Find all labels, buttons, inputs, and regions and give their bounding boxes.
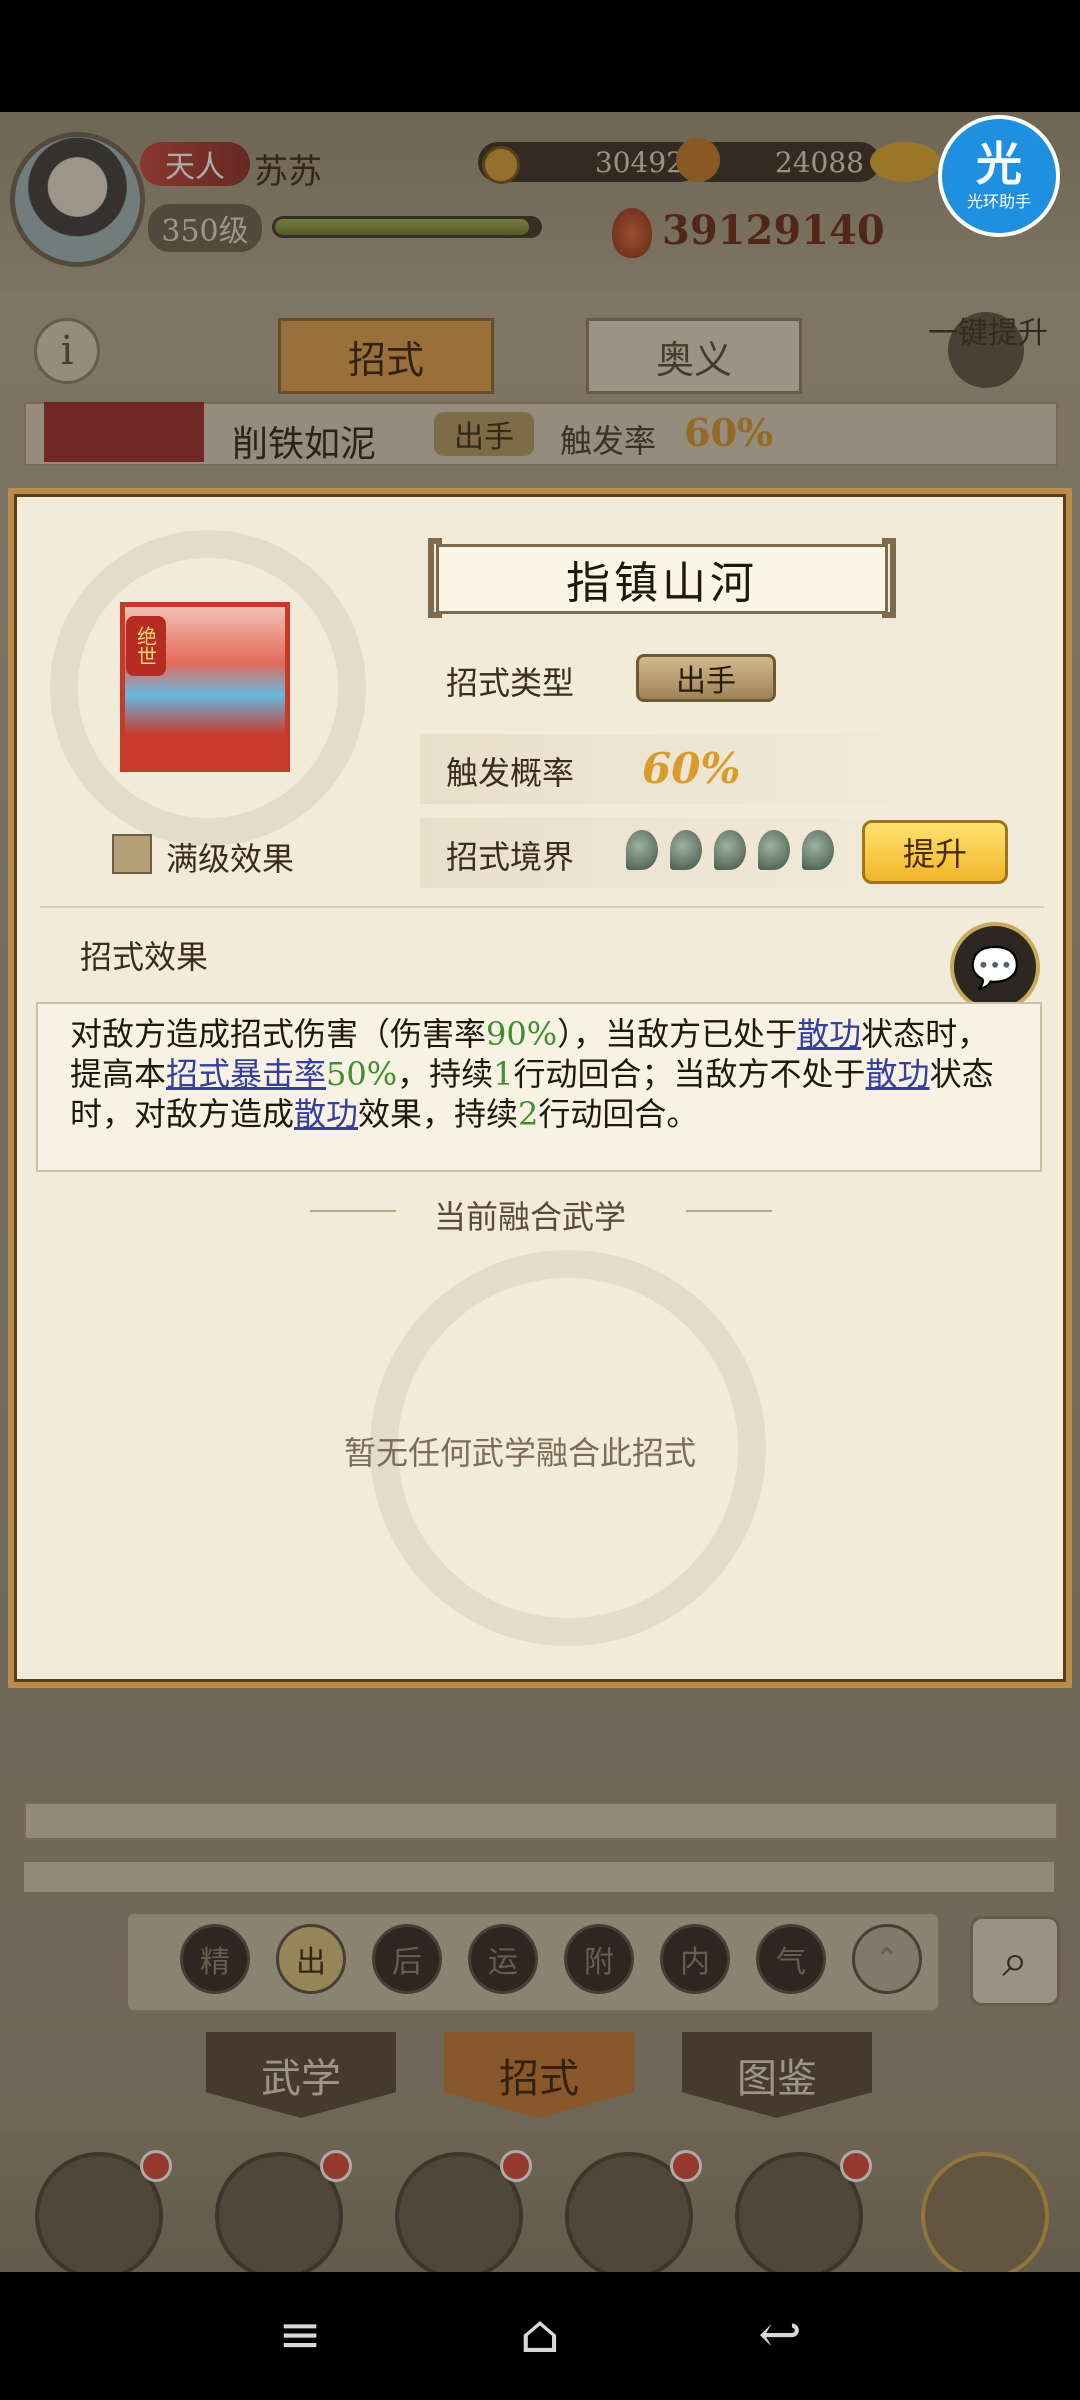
status-bar (0, 0, 1080, 112)
helper-label: 光环助手 (966, 192, 1031, 211)
type-label: 招式类型 (446, 664, 575, 702)
back-icon[interactable]: ↩ (740, 2300, 820, 2370)
keyword-link[interactable]: 散功 (866, 1055, 930, 1093)
keyword-link[interactable]: 散功 (294, 1095, 358, 1133)
max-effect-checkbox[interactable] (112, 834, 152, 874)
keyword-link[interactable]: 招式暴击率 (166, 1055, 326, 1093)
home-icon[interactable]: ⌂ (500, 2300, 580, 2370)
realm-orb-icon (758, 830, 790, 870)
realm-orb-icon (670, 830, 702, 870)
divider (40, 906, 1044, 908)
keyword-link[interactable]: 散功 (797, 1015, 861, 1053)
rate-label: 触发概率 (446, 754, 575, 792)
realm-orb-icon (802, 830, 834, 870)
chat-icon[interactable]: 💬 (950, 922, 1040, 1012)
rate-value: 60% (642, 744, 741, 793)
helper-button[interactable]: 光 光环助手 (938, 115, 1060, 237)
divider (686, 1210, 772, 1212)
realm-orb-icon (714, 830, 746, 870)
rarity-badge: 绝世 (126, 616, 166, 676)
effect-description: 对敌方造成招式伤害（伤害率90%），当敌方已处于散功状态时，提高本招式暴击率50… (36, 1002, 1042, 1172)
empty-fusion-text: 暂无任何武学融合此招式 (344, 1434, 697, 1472)
max-effect-label[interactable]: 满级效果 (166, 834, 294, 880)
type-value: 出手 (636, 654, 776, 702)
move-title: 指镇山河 (436, 544, 888, 614)
helper-logo: 光 (976, 137, 1022, 191)
fusion-label: 当前融合武学 (434, 1198, 627, 1236)
menu-icon[interactable]: ≡ (260, 2300, 340, 2370)
realm-label: 招式境界 (446, 838, 575, 876)
effect-label: 招式效果 (80, 938, 209, 976)
upgrade-button[interactable]: 提升 (862, 820, 1008, 884)
divider (310, 1210, 396, 1212)
realm-orb-icon (626, 830, 658, 870)
